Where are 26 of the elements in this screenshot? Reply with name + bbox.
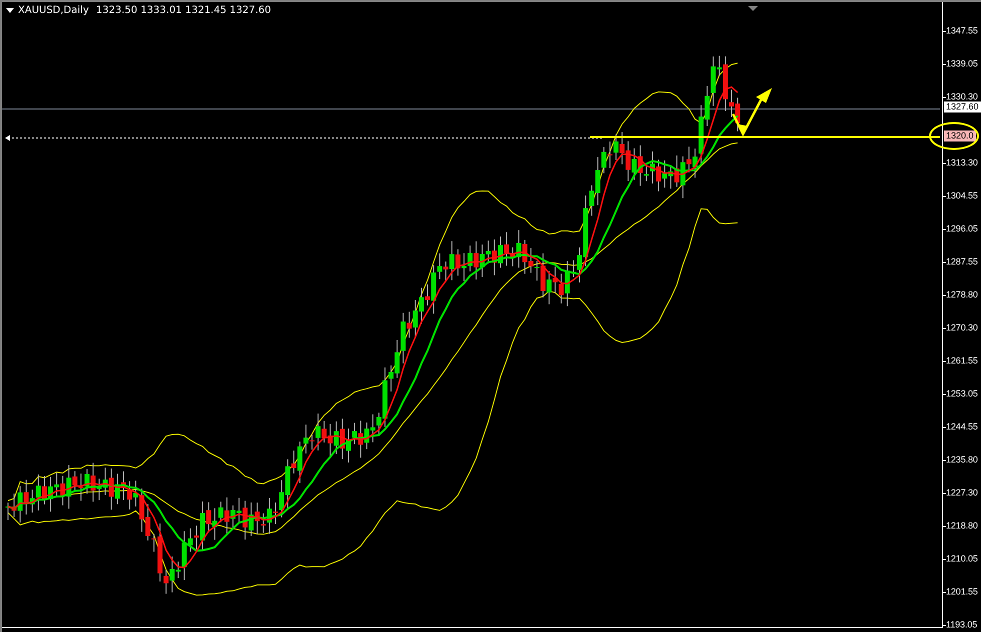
price-label: 1313.30 <box>946 158 978 168</box>
price-label: 1210.05 <box>946 554 978 564</box>
shift-marker-icon <box>748 6 758 11</box>
price-label: 1193.05 <box>946 620 978 630</box>
ohlc-values: 1323.50 1333.01 1321.45 1327.60 <box>95 5 271 16</box>
price-label: 1330.30 <box>946 92 978 102</box>
price-label: 1261.55 <box>946 356 978 366</box>
price-label: 1347.55 <box>946 26 978 36</box>
current-price-label: 1327.60 <box>944 102 981 112</box>
price-label: 1287.55 <box>946 256 978 268</box>
dropdown-triangle-icon[interactable] <box>6 8 14 14</box>
price-label: 1218.80 <box>946 520 978 532</box>
price-label: 1270.30 <box>946 322 978 334</box>
highlight-ellipse <box>929 122 979 150</box>
arrow-drawing <box>732 88 772 137</box>
price-label: 1304.55 <box>946 190 978 202</box>
price-label: 1244.55 <box>946 422 978 432</box>
price-label: 1227.30 <box>946 488 978 498</box>
chart-symbol: XAUUSD,Daily <box>18 5 89 16</box>
price-label: 1339.05 <box>946 58 978 70</box>
price-label: 1235.80 <box>946 454 978 466</box>
price-label: 1201.55 <box>946 586 978 598</box>
line-price-label: 1320.0 <box>944 130 976 142</box>
price-label: 1296.05 <box>946 224 978 234</box>
price-label: 1253.05 <box>946 388 978 400</box>
price-label: 1278.80 <box>946 290 978 300</box>
